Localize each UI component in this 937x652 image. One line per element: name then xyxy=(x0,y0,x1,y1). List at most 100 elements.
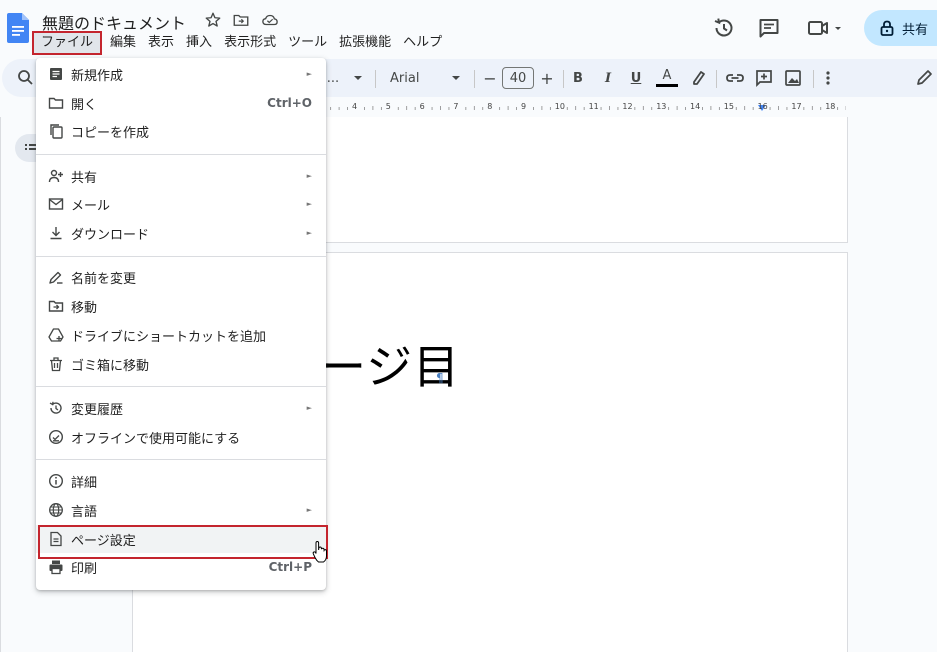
menu-file[interactable]: ファイル xyxy=(32,31,103,55)
menu-item-label: 名前を変更 xyxy=(71,271,137,287)
submenu-arrow-icon: ► xyxy=(306,506,312,514)
menu-item-print[interactable]: 印刷 Ctrl+P xyxy=(36,553,326,581)
meet-video-icon[interactable] xyxy=(806,16,846,40)
menu-item-share[interactable]: 共有 ► xyxy=(36,162,326,190)
menu-item-move[interactable]: 移動 xyxy=(36,292,326,320)
menu-extensions[interactable]: 拡張機能 xyxy=(333,32,397,54)
toolbar-divider xyxy=(716,70,717,88)
add-comment-icon[interactable] xyxy=(754,67,774,89)
edit-mode-pencil-icon[interactable] xyxy=(914,67,934,89)
info-icon xyxy=(48,473,64,489)
menu-divider xyxy=(36,154,326,155)
ruler-tick-label: 4 xyxy=(352,102,358,111)
submenu-arrow-icon: ► xyxy=(306,404,312,412)
menu-edit[interactable]: 編集 xyxy=(104,32,142,54)
toolbar-divider xyxy=(813,70,814,88)
menu-item-details[interactable]: 詳細 xyxy=(36,467,326,495)
move-folder-icon[interactable] xyxy=(232,11,250,29)
menu-divider xyxy=(36,459,326,460)
menu-item-add-shortcut[interactable]: ドライブにショートカットを追加 xyxy=(36,321,326,349)
menu-item-language[interactable]: 言語 ► xyxy=(36,496,326,524)
increase-font-size-button[interactable]: + xyxy=(537,67,557,89)
toolbar-divider xyxy=(563,70,564,88)
text-color-button[interactable]: A xyxy=(656,67,678,87)
menu-item-label: ページ設定 xyxy=(71,533,136,549)
font-size-input[interactable]: 40 xyxy=(502,67,534,89)
menu-item-email[interactable]: メール ► xyxy=(36,190,326,218)
menu-item-label: ゴミ箱に移動 xyxy=(71,358,150,374)
menu-item-label: 変更履歴 xyxy=(71,402,124,418)
menu-item-page-setup[interactable]: ページ設定 xyxy=(36,525,326,553)
more-options-icon[interactable] xyxy=(818,67,838,89)
font-select[interactable]: Arial xyxy=(390,67,430,89)
decrease-font-size-button[interactable]: − xyxy=(480,67,500,89)
menu-item-rename[interactable]: 名前を変更 xyxy=(36,263,326,291)
app-header: 無題のドキュメント ファイル 編集 表示 挿入 表示形式 ツール 拡張機能 ヘル… xyxy=(0,0,937,58)
ruler-tick-label: 6 xyxy=(419,102,425,111)
version-history-icon[interactable] xyxy=(712,16,736,40)
ruler-tick-label: 9 xyxy=(521,102,527,111)
menu-item-label: 言語 xyxy=(71,504,98,520)
ruler-tick-label: 5 xyxy=(385,102,391,111)
ruler-tick-label: 13 xyxy=(656,102,667,111)
menu-item-label: コピーを作成 xyxy=(71,125,150,141)
page-heading-text[interactable]: ージ目 xyxy=(320,331,460,397)
search-menus-icon[interactable] xyxy=(16,67,36,89)
style-select[interactable]: ... xyxy=(326,67,340,89)
insert-image-icon[interactable] xyxy=(783,67,803,89)
menu-item-download[interactable]: ダウンロード ► xyxy=(36,219,326,247)
paragraph-mark: ¶ xyxy=(436,371,444,385)
menu-help[interactable]: ヘルプ xyxy=(397,32,448,54)
underline-button[interactable]: U xyxy=(626,67,646,89)
menu-view[interactable]: 表示 xyxy=(142,32,180,54)
submenu-arrow-icon: ► xyxy=(306,70,312,78)
submenu-arrow-icon: ► xyxy=(306,229,312,237)
menu-item-label: 移動 xyxy=(71,300,98,316)
submenu-arrow-icon: ► xyxy=(306,200,312,208)
menu-item-label: ドライブにショートカットを追加 xyxy=(71,329,267,345)
star-icon[interactable] xyxy=(204,11,222,29)
offline-icon xyxy=(48,429,64,445)
menu-item-offline[interactable]: オフラインで使用可能にする xyxy=(36,423,326,451)
chevron-down-icon[interactable] xyxy=(450,67,462,89)
mail-icon xyxy=(48,198,64,210)
file-menu-dropdown: 新規作成 ► 開く Ctrl+O コピーを作成 共有 ► メール ► ダウンロー… xyxy=(36,58,326,590)
copy-icon xyxy=(50,124,63,139)
chevron-down-icon[interactable] xyxy=(352,67,364,89)
menu-item-label: 開く xyxy=(71,97,98,113)
menu-item-version-history[interactable]: 変更履歴 ► xyxy=(36,394,326,422)
italic-button[interactable]: I xyxy=(598,67,618,89)
submenu-arrow-icon: ► xyxy=(306,172,312,180)
menu-insert[interactable]: 挿入 xyxy=(180,32,218,54)
ruler-tick-label: 16 xyxy=(757,102,768,111)
toolbar-divider xyxy=(375,70,376,88)
menu-divider xyxy=(36,386,326,387)
insert-link-icon[interactable] xyxy=(724,67,746,89)
highlight-pen-icon[interactable] xyxy=(688,67,708,89)
menu-item-label: 詳細 xyxy=(71,475,98,491)
ruler-tick-label: 11 xyxy=(588,102,599,111)
history-icon xyxy=(49,401,62,414)
lock-icon xyxy=(880,20,894,36)
menu-item-make-copy[interactable]: コピーを作成 xyxy=(36,117,326,145)
menu-item-shortcut: Ctrl+O xyxy=(267,96,312,110)
menu-item-new[interactable]: 新規作成 ► xyxy=(36,60,326,88)
new-doc-icon xyxy=(50,68,62,80)
docs-logo-icon[interactable] xyxy=(7,13,29,43)
bold-button[interactable]: B xyxy=(568,67,588,89)
menu-item-label: 新規作成 xyxy=(71,68,124,84)
share-button[interactable]: 共有 xyxy=(864,10,937,46)
menu-tools[interactable]: ツール xyxy=(282,32,333,54)
menu-item-open[interactable]: 開く Ctrl+O xyxy=(36,89,326,117)
menu-item-trash[interactable]: ゴミ箱に移動 xyxy=(36,350,326,378)
menu-item-shortcut: Ctrl+P xyxy=(268,560,312,574)
cloud-saved-icon[interactable] xyxy=(261,11,279,29)
menu-bar: ファイル 編集 表示 挿入 表示形式 ツール 拡張機能 ヘルプ xyxy=(32,31,448,55)
menu-format[interactable]: 表示形式 xyxy=(218,32,282,54)
move-folder-icon xyxy=(48,300,64,312)
page-icon xyxy=(50,531,62,547)
ruler-tick-label: 10 xyxy=(554,102,565,111)
drive-shortcut-icon xyxy=(48,328,64,342)
comments-icon[interactable] xyxy=(757,16,781,40)
horizontal-ruler[interactable]: 4 5 6 7 8 9 10 11 12 13 14 15 16 17 18 xyxy=(326,97,846,117)
